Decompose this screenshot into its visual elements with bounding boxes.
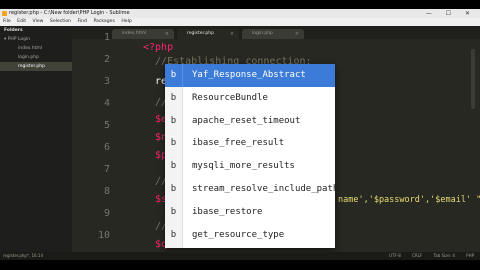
autocomplete-item-label: apache_response_headers	[192, 246, 317, 248]
sidebar-item-login-php[interactable]: login.php	[0, 53, 72, 62]
status-syntax[interactable]: PHP	[466, 253, 474, 258]
menu-file[interactable]: File	[3, 19, 11, 24]
line-number: 2	[103, 54, 110, 65]
menu-packages[interactable]: Packages	[93, 19, 114, 24]
line-number: 1	[103, 32, 110, 43]
vertical-scrollbar[interactable]	[470, 39, 476, 252]
window-title: register.php - C:\New folder\PHP Login -…	[9, 10, 130, 16]
kind-badge: b	[165, 246, 183, 248]
autocomplete-popup: b Yaf_Response_Abstract b ResourceBundle…	[165, 64, 335, 248]
menu-edit[interactable]: Edit	[17, 19, 26, 24]
kind-badge: b	[165, 155, 183, 178]
scrollbar-thumb[interactable]	[471, 49, 475, 109]
status-tab-size[interactable]: Tab Size: 4	[433, 253, 454, 258]
line-number: 5	[103, 120, 110, 131]
kind-badge: b	[165, 109, 183, 133]
tab-register-php[interactable]: register.php ×	[177, 29, 239, 39]
autocomplete-item[interactable]: b apache_reset_timeout	[165, 109, 335, 133]
tab-label: register.php	[187, 31, 214, 36]
sidebar-header: Folders	[4, 28, 23, 33]
autocomplete-item[interactable]: b mysqli_more_results	[165, 155, 335, 178]
tab-login-php[interactable]: login.php ×	[242, 29, 304, 39]
kind-badge: b	[165, 178, 183, 201]
autocomplete-item-label: ResourceBundle	[192, 92, 268, 103]
status-bar: register.php*, 16:14 UTF-8 CRLF Tab Size…	[0, 252, 480, 260]
autocomplete-item[interactable]: b get_resource_type	[165, 223, 335, 247]
autocomplete-item[interactable]: b Yaf_Response_Abstract	[165, 64, 335, 87]
autocomplete-item[interactable]: b ibase_free_result	[165, 132, 335, 156]
autocomplete-item-label: apache_reset_timeout	[192, 115, 301, 126]
kind-badge: b	[165, 64, 183, 87]
autocomplete-item-label: stream_resolve_include_path	[192, 184, 335, 194]
status-line-endings[interactable]: CRLF	[412, 253, 422, 258]
line-number: 3	[103, 76, 110, 87]
title-bar: register.php - C:\New folder\PHP Login -…	[0, 9, 480, 18]
menu-bar: File Edit View Selection Find Packages H…	[0, 18, 480, 26]
kind-badge: b	[165, 86, 183, 110]
sidebar-item-index-html[interactable]: index.html	[0, 44, 72, 53]
line-number: 10	[97, 230, 110, 241]
sidebar-item-register-php[interactable]: register.php	[0, 62, 72, 71]
autocomplete-item-label: Yaf_Response_Abstract	[192, 70, 306, 80]
tab-label: index.html	[122, 31, 146, 36]
status-position: register.php*, 16:14	[3, 253, 44, 258]
line-number: 7	[103, 164, 110, 175]
kind-badge: b	[165, 132, 183, 156]
sidebar-item-php-login[interactable]: ▾ PHP Login	[0, 35, 72, 44]
menu-find[interactable]: Find	[78, 19, 87, 24]
menu-selection[interactable]: Selection	[50, 19, 71, 24]
autocomplete-item[interactable]: b apache_response_headers	[165, 246, 335, 248]
status-encoding[interactable]: UTF-8	[389, 253, 401, 258]
autocomplete-item[interactable]: b stream_resolve_include_path	[165, 178, 335, 201]
menu-help[interactable]: Help	[121, 19, 131, 24]
line-number: 8	[103, 186, 110, 197]
code-line-tail: name','$password','$email')";	[338, 195, 480, 205]
line-number: 6	[103, 142, 110, 153]
autocomplete-item[interactable]: b ibase_restore	[165, 200, 335, 224]
close-icon[interactable]: ×	[295, 29, 299, 39]
tab-bar: index.html × register.php × login.php ×	[72, 26, 480, 39]
status-right: UTF-8 CRLF Tab Size: 4 PHP	[379, 252, 474, 260]
autocomplete-item-label: ibase_restore	[192, 206, 263, 217]
window-controls[interactable]: — ☐ ✕	[426, 9, 476, 18]
line-number: 9	[103, 208, 110, 219]
autocomplete-item-label: get_resource_type	[192, 229, 285, 240]
line-number: 4	[103, 98, 110, 109]
sidebar: Folders ▾ PHP Login index.html login.php…	[0, 26, 72, 252]
kind-badge: b	[165, 223, 183, 247]
sublime-window: register.php - C:\New folder\PHP Login -…	[0, 9, 480, 260]
menu-view[interactable]: View	[33, 19, 44, 24]
tab-label: login.php	[252, 31, 273, 36]
sublime-app-icon	[2, 11, 7, 16]
autocomplete-item-label: ibase_free_result	[192, 138, 285, 149]
autocomplete-item[interactable]: b ResourceBundle	[165, 86, 335, 110]
screen: register.php - C:\New folder\PHP Login -…	[0, 0, 480, 270]
autocomplete-item-label: mysqli_more_results	[192, 161, 295, 172]
kind-badge: b	[165, 200, 183, 224]
line-number-gutter: 1 2 3 4 5 6 7 8 9 10 11	[72, 32, 116, 260]
close-icon[interactable]: ×	[230, 29, 234, 39]
